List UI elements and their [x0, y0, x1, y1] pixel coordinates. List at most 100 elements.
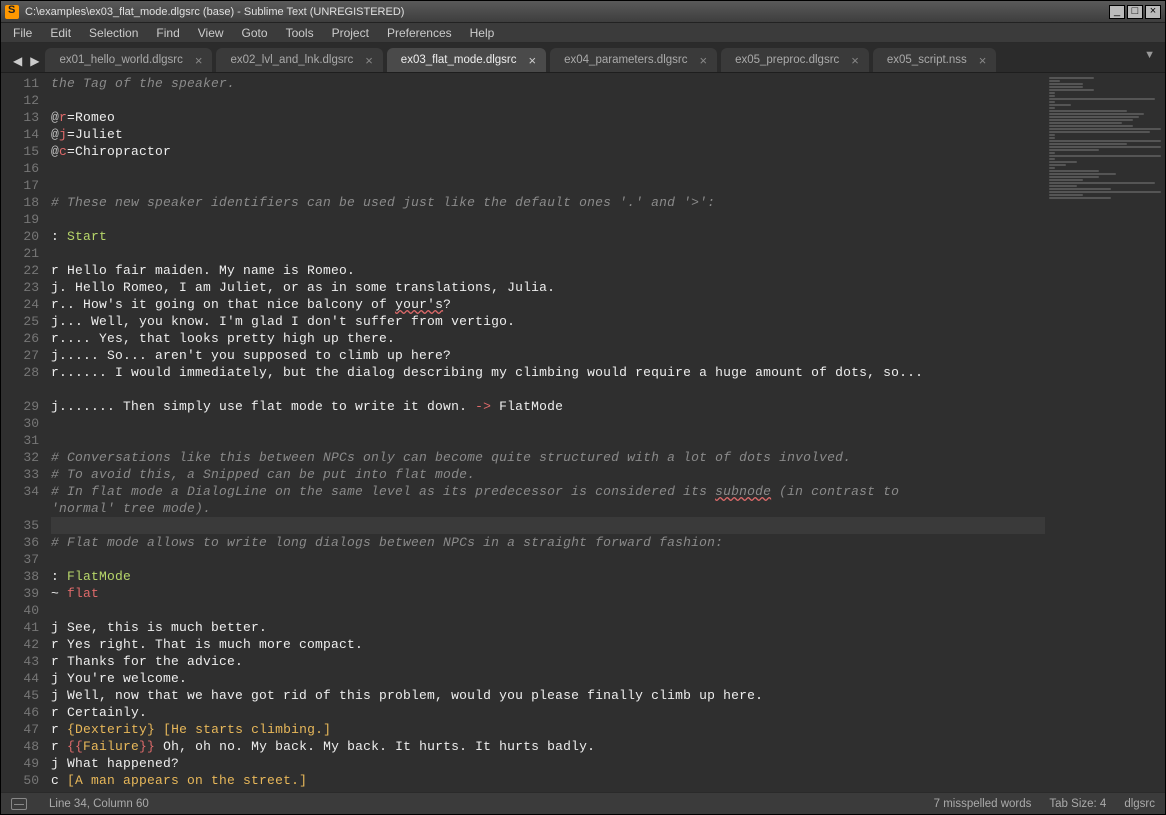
minimap-line — [1049, 101, 1055, 103]
code-line[interactable]: # Flat mode allows to write long dialogs… — [51, 534, 1045, 551]
code-line[interactable]: j See, this is much better. — [51, 619, 1045, 636]
tab-close-icon[interactable]: × — [699, 53, 707, 68]
code-line[interactable]: r...... I would immediately, but the dia… — [51, 364, 1045, 381]
code-line[interactable] — [51, 245, 1045, 262]
tab-ex03_flat_mode-dlgsrc[interactable]: ex03_flat_mode.dlgsrc × — [387, 48, 546, 72]
code-line[interactable] — [51, 177, 1045, 194]
code-line[interactable]: r Hello fair maiden. My name is Romeo. — [51, 262, 1045, 279]
minimap-line — [1049, 188, 1111, 190]
code-line[interactable]: 'normal' tree mode). — [51, 500, 1045, 517]
minimap[interactable] — [1045, 73, 1165, 792]
nav-forward-icon[interactable]: ▶ — [30, 54, 39, 68]
minimap-line — [1049, 128, 1161, 130]
tab-overflow-icon[interactable]: ▼ — [1144, 49, 1155, 61]
tab-close-icon[interactable]: × — [195, 53, 203, 68]
close-button[interactable]: × — [1145, 5, 1161, 19]
menu-help[interactable]: Help — [462, 24, 503, 42]
code-line[interactable]: j You're welcome. — [51, 670, 1045, 687]
code-line[interactable]: j What happened? — [51, 755, 1045, 772]
minimap-line — [1049, 143, 1127, 145]
menu-find[interactable]: Find — [148, 24, 187, 42]
code-line[interactable]: c [A man appears on the street.] — [51, 772, 1045, 789]
code-line[interactable] — [51, 517, 1045, 534]
menu-goto[interactable]: Goto — [234, 24, 276, 42]
status-tabsize[interactable]: Tab Size: 4 — [1049, 798, 1106, 810]
code-line[interactable]: @r=Romeo — [51, 109, 1045, 126]
code-line[interactable]: : Start — [51, 228, 1045, 245]
code-line[interactable] — [51, 432, 1045, 449]
minimap-line — [1049, 194, 1083, 196]
menu-project[interactable]: Project — [324, 24, 377, 42]
minimap-line — [1049, 140, 1161, 142]
tab-ex05_script-nss[interactable]: ex05_script.nss× — [873, 48, 997, 72]
tab-ex05_preproc-dlgsrc[interactable]: ex05_preproc.dlgsrc × — [721, 48, 869, 72]
code-line[interactable] — [51, 211, 1045, 228]
code-line[interactable]: j Well, now that we have got rid of this… — [51, 687, 1045, 704]
minimap-line — [1049, 95, 1055, 97]
code-line[interactable]: # These new speaker identifiers can be u… — [51, 194, 1045, 211]
code-line[interactable] — [51, 92, 1045, 109]
code-line[interactable] — [51, 381, 1045, 398]
tab-nav: ◀ ▶ — [9, 54, 45, 72]
code-line[interactable]: # To avoid this, a Snipped can be put in… — [51, 466, 1045, 483]
tab-ex04_parameters-dlgsrc[interactable]: ex04_parameters.dlgsrc× — [550, 48, 717, 72]
code-line[interactable]: the Tag of the speaker. — [51, 75, 1045, 92]
editor: 1112131415161718192021222324252627282930… — [1, 73, 1165, 792]
code-line[interactable]: j... Well, you know. I'm glad I don't su… — [51, 313, 1045, 330]
gutter: 1112131415161718192021222324252627282930… — [1, 73, 51, 792]
code-line[interactable]: r.. How's it going on that nice balcony … — [51, 296, 1045, 313]
code-line[interactable]: ~ flat — [51, 585, 1045, 602]
tab-ex02_lvl_and_lnk-dlgsrc[interactable]: ex02_lvl_and_lnk.dlgsrc× — [216, 48, 382, 72]
tab-close-icon[interactable]: × — [979, 53, 987, 68]
code-line[interactable] — [51, 415, 1045, 432]
maximize-button[interactable]: □ — [1127, 5, 1143, 19]
status-pos[interactable]: Line 34, Column 60 — [49, 798, 149, 810]
tab-ex01_hello_world-dlgsrc[interactable]: ex01_hello_world.dlgsrc× — [45, 48, 212, 72]
code-line[interactable]: r.... Yes, that looks pretty high up the… — [51, 330, 1045, 347]
code-line[interactable]: r Thanks for the advice. — [51, 653, 1045, 670]
minimap-line — [1049, 92, 1055, 94]
code-line[interactable]: j. Hello Romeo, I am Juliet, or as in so… — [51, 279, 1045, 296]
code-line[interactable]: : FlatMode — [51, 568, 1045, 585]
minimap-line — [1049, 164, 1066, 166]
minimap-line — [1049, 110, 1127, 112]
minimap-line — [1049, 182, 1155, 184]
minimap-line — [1049, 170, 1099, 172]
panel-icon[interactable] — [11, 798, 27, 810]
code-line[interactable]: r {Dexterity} [He starts climbing.] — [51, 721, 1045, 738]
menu-selection[interactable]: Selection — [81, 24, 146, 42]
code-line[interactable]: j....... Then simply use flat mode to wr… — [51, 398, 1045, 415]
minimap-line — [1049, 89, 1094, 91]
code-line[interactable]: r {{Failure}} Oh, oh no. My back. My bac… — [51, 738, 1045, 755]
minimap-line — [1049, 149, 1099, 151]
menu-preferences[interactable]: Preferences — [379, 24, 460, 42]
minimap-line — [1049, 86, 1083, 88]
code-line[interactable]: @c=Chiropractor — [51, 143, 1045, 160]
code-area[interactable]: the Tag of the speaker. @r=Romeo@j=Juliet… — [51, 73, 1045, 792]
status-syntax[interactable]: dlgsrc — [1124, 798, 1155, 810]
menu-view[interactable]: View — [190, 24, 232, 42]
tab-label: ex03_flat_mode.dlgsrc — [401, 54, 517, 66]
menu-tools[interactable]: Tools — [278, 24, 322, 42]
tab-label: ex05_preproc.dlgsrc — [735, 54, 839, 66]
menubar: FileEditSelectionFindViewGotoToolsProjec… — [1, 23, 1165, 43]
code-line[interactable]: @j=Juliet — [51, 126, 1045, 143]
code-line[interactable]: j..... So... aren't you supposed to clim… — [51, 347, 1045, 364]
menu-edit[interactable]: Edit — [42, 24, 79, 42]
code-line[interactable]: r Yes right. That is much more compact. — [51, 636, 1045, 653]
status-spell[interactable]: 7 misspelled words — [934, 798, 1032, 810]
code-line[interactable]: # Conversations like this between NPCs o… — [51, 449, 1045, 466]
minimap-line — [1049, 98, 1155, 100]
tab-close-icon[interactable]: × — [851, 53, 859, 68]
menu-file[interactable]: File — [5, 24, 40, 42]
code-line[interactable]: # In flat mode a DialogLine on the same … — [51, 483, 1045, 500]
tab-close-icon[interactable]: × — [365, 53, 373, 68]
code-line[interactable] — [51, 160, 1045, 177]
nav-back-icon[interactable]: ◀ — [13, 54, 22, 68]
minimize-button[interactable]: _ — [1109, 5, 1125, 19]
tab-close-icon[interactable]: × — [529, 53, 537, 68]
code-line[interactable] — [51, 551, 1045, 568]
minimap-line — [1049, 185, 1077, 187]
code-line[interactable] — [51, 602, 1045, 619]
code-line[interactable]: r Certainly. — [51, 704, 1045, 721]
